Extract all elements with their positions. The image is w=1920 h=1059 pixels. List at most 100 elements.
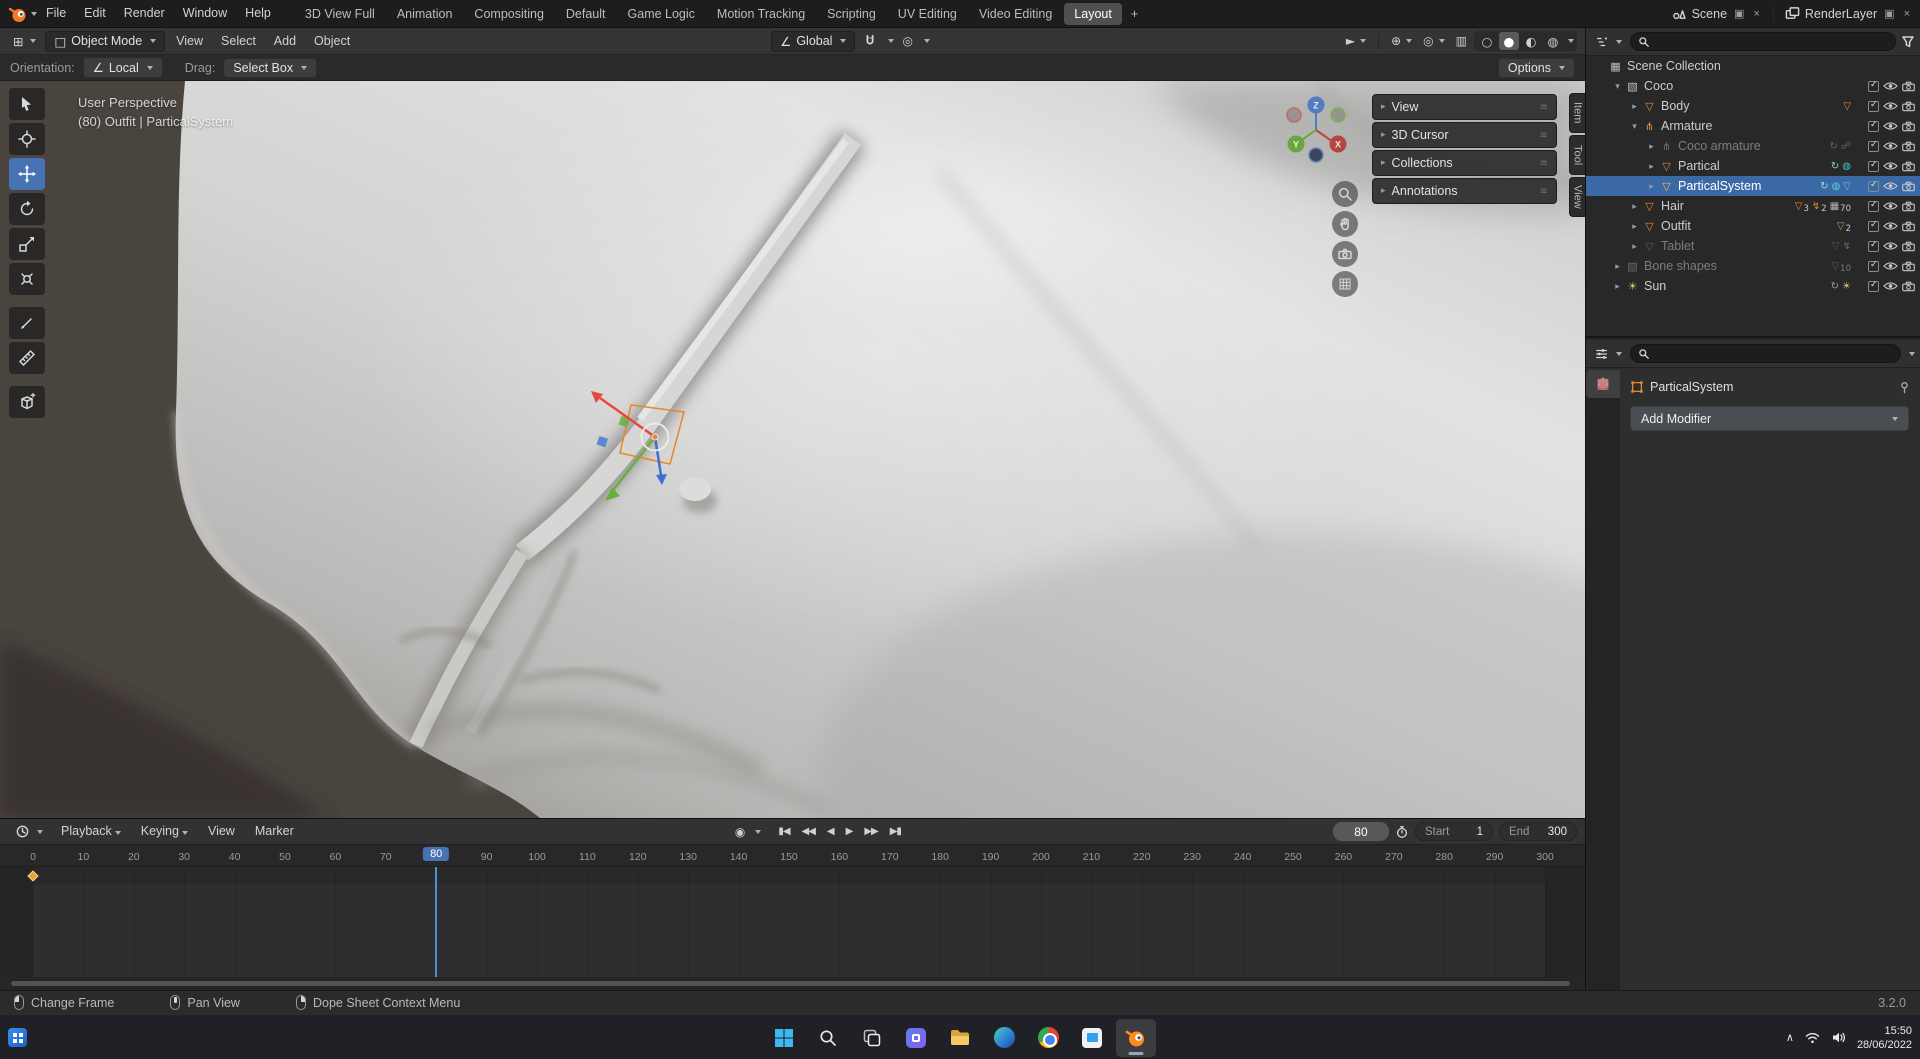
edge-button[interactable]	[984, 1019, 1024, 1057]
render-camera-icon[interactable]	[1902, 241, 1915, 252]
start-frame-field[interactable]: Start 1	[1415, 822, 1493, 841]
topbar-menu-item[interactable]: Render	[115, 0, 174, 27]
outliner-item-label[interactable]: Partical	[1678, 159, 1720, 173]
tool-move[interactable]	[9, 158, 45, 190]
render-camera-icon[interactable]	[1902, 161, 1915, 172]
outliner-item-label[interactable]: Scene Collection	[1627, 59, 1721, 73]
visibility-eye-icon[interactable]	[1883, 181, 1898, 191]
play-button[interactable]: ▶	[841, 825, 858, 838]
mode-dropdown[interactable]: □ Object Mode	[45, 31, 165, 52]
topbar-menu-item[interactable]: File	[37, 0, 75, 27]
tool-rotate[interactable]	[9, 193, 45, 225]
workspace-tab[interactable]: Animation	[387, 3, 463, 25]
task-view-button[interactable]	[852, 1019, 892, 1057]
chrome-button[interactable]	[1028, 1019, 1068, 1057]
selectable-checkbox[interactable]	[1868, 221, 1879, 232]
outliner-row[interactable]: ▸ ▽ Hair ▽3↯2▦70	[1586, 196, 1920, 216]
pin-icon[interactable]	[1898, 381, 1911, 394]
axis-negative-y-handle[interactable]	[1331, 108, 1345, 122]
navigation-gizmo[interactable]: Z X Y	[1274, 85, 1358, 169]
visibility-eye-icon[interactable]	[1883, 201, 1898, 211]
shading-options-caret-icon[interactable]	[1568, 39, 1574, 43]
scene-selector[interactable]: Scene ▣ ×	[1672, 6, 1762, 21]
outliner-item-label[interactable]: Coco armature	[1678, 139, 1761, 153]
play-reverse-button[interactable]: ◀	[822, 825, 839, 838]
outliner-item-label[interactable]: Coco	[1644, 79, 1673, 93]
workspace-tab[interactable]: 3D View Full	[295, 3, 385, 25]
breadcrumb-object-name[interactable]: ParticalSystem	[1650, 380, 1733, 394]
pan-button[interactable]	[1332, 211, 1358, 237]
outliner-badge-icon[interactable]: ↻	[1820, 181, 1828, 192]
workspace-tab[interactable]: Game Logic	[618, 3, 705, 25]
outliner-badge-icon[interactable]: ▽10	[1831, 261, 1851, 272]
topbar-menu-item[interactable]: Edit	[75, 0, 115, 27]
outliner-badge-icon[interactable]: ↻	[1831, 161, 1839, 172]
search-button[interactable]	[808, 1019, 848, 1057]
visibility-eye-icon[interactable]	[1883, 101, 1898, 111]
topbar-menu-item[interactable]: Window	[174, 0, 236, 27]
widgets-button[interactable]	[896, 1019, 936, 1057]
gizmos-toggle-button[interactable]: ⊕	[1387, 32, 1416, 50]
add-modifier-button[interactable]: Add Modifier	[1630, 406, 1909, 431]
outliner-search-input[interactable]	[1630, 32, 1896, 51]
render-camera-icon[interactable]	[1902, 101, 1915, 112]
proportional-edit-caret-icon[interactable]	[924, 39, 930, 43]
viewport-menu-item[interactable]: Add	[265, 28, 305, 55]
xray-toggle-button[interactable]: ▥	[1452, 32, 1471, 50]
outliner-row[interactable]: ▸ ▽ Outfit ▽2	[1586, 216, 1920, 236]
start-button[interactable]	[764, 1019, 804, 1057]
tool-scale[interactable]	[9, 228, 45, 260]
outliner-row[interactable]: ▦ Scene Collection	[1586, 56, 1920, 76]
outliner-item-label[interactable]: Bone shapes	[1644, 259, 1717, 273]
expand-arrow-icon[interactable]: ▸	[1628, 101, 1641, 112]
workspace-tab[interactable]: Scripting	[817, 3, 886, 25]
outliner-row[interactable]: ▸ ▽ Tablet ▽↯	[1586, 236, 1920, 256]
selectable-checkbox[interactable]	[1868, 141, 1879, 152]
visibility-eye-icon[interactable]	[1883, 81, 1898, 91]
outliner-row[interactable]: ▸ ▽ Body ▽	[1586, 96, 1920, 116]
viewport-menu-item[interactable]: Select	[212, 28, 265, 55]
outliner-badge-icon[interactable]: ▽2	[1837, 221, 1851, 232]
zoom-button[interactable]	[1332, 181, 1358, 207]
tool-measure[interactable]	[9, 342, 45, 374]
timeline-scrollbar-thumb[interactable]	[11, 981, 1570, 986]
timeline-ruler[interactable]: 0102030405060708090100110120130140150160…	[0, 845, 1585, 867]
selectable-checkbox[interactable]	[1868, 101, 1879, 112]
render-camera-icon[interactable]	[1902, 121, 1915, 132]
expand-arrow-icon[interactable]: ▸	[1645, 141, 1658, 152]
expand-arrow-icon[interactable]: ▾	[1611, 81, 1624, 92]
tool-cursor[interactable]	[9, 123, 45, 155]
camera-view-button[interactable]	[1332, 241, 1358, 267]
selectable-checkbox[interactable]	[1868, 121, 1879, 132]
microsoft-store-button[interactable]	[1072, 1019, 1112, 1057]
playback-menu[interactable]: Playback	[52, 818, 130, 845]
outliner-row[interactable]: ▸ ▽ ParticalSystem ↻◍▽	[1586, 176, 1920, 196]
panel-annotations[interactable]: ▸ Annotations ≡	[1372, 178, 1557, 204]
new-view-layer-button[interactable]: ▣	[1882, 7, 1896, 20]
timeline-tracks[interactable]	[0, 867, 1585, 977]
auto-keying-button[interactable]: ◉	[730, 824, 750, 840]
editor-type-button[interactable]: ⊞	[6, 32, 43, 51]
jump-to-end-button[interactable]: ▶▮	[885, 825, 906, 838]
outliner-item-label[interactable]: Body	[1661, 99, 1690, 113]
visibility-eye-icon[interactable]	[1883, 261, 1898, 271]
outliner-row[interactable]: ▸ ▽ Partical ↻◍	[1586, 156, 1920, 176]
properties-search-input[interactable]	[1630, 344, 1901, 363]
workspace-tab[interactable]: Motion Tracking	[707, 3, 815, 25]
shading-material-button[interactable]: ◐	[1521, 32, 1541, 50]
drag-setting-dropdown[interactable]: Select Box	[223, 58, 317, 78]
snap-toggle-button[interactable]	[859, 32, 881, 50]
visibility-eye-icon[interactable]	[1883, 121, 1898, 131]
properties-tab-texture[interactable]: ▦	[1586, 370, 1620, 398]
panel-collections[interactable]: ▸ Collections ≡	[1372, 150, 1557, 176]
viewport-3d[interactable]: User Perspective (80) Outfit | ParticalS…	[0, 81, 1585, 818]
visibility-eye-icon[interactable]	[1883, 241, 1898, 251]
expand-arrow-icon[interactable]: ▸	[1628, 201, 1641, 212]
render-camera-icon[interactable]	[1902, 221, 1915, 232]
properties-editor-type-button[interactable]	[1592, 345, 1625, 363]
outliner-badge-icon[interactable]: ▽	[1843, 101, 1851, 112]
new-scene-button[interactable]: ▣	[1732, 7, 1746, 20]
selectable-checkbox[interactable]	[1868, 261, 1879, 272]
outliner-item-label[interactable]: Outfit	[1661, 219, 1691, 233]
transform-orientation-dropdown[interactable]: ∠ Global	[771, 31, 855, 52]
